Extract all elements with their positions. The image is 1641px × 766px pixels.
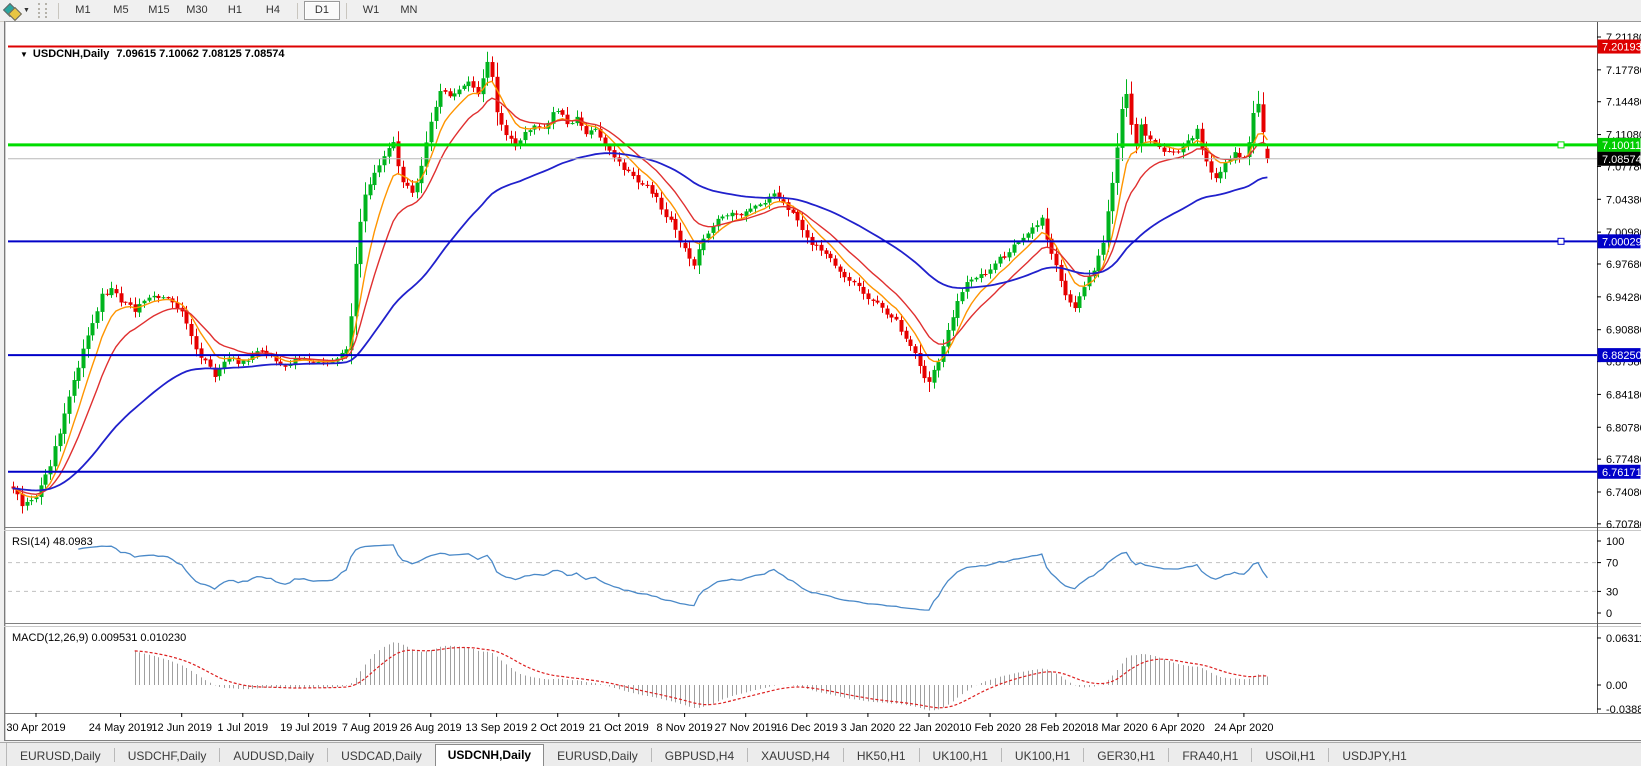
candlestick-series[interactable]: [8, 22, 1597, 527]
date-tick-label: 18 Mar 2020: [1086, 722, 1148, 734]
date-tick-label: 30 Apr 2019: [6, 722, 65, 734]
date-axis[interactable]: 30 Apr 2019 24 May 201912 Jun 2019 1 Jul 2…: [6, 713, 1273, 734]
price-tick-label: 6.90880: [1606, 325, 1641, 337]
date-tick-label: 22 Jan 2020: [899, 722, 960, 734]
price-tick-label: 6.84180: [1606, 389, 1641, 401]
collapse-arrow-icon[interactable]: ▼: [20, 50, 28, 59]
support-line-badge-text: 7.10011: [1602, 140, 1641, 152]
chart-canvas[interactable]: 7.211807.177807.144807.110807.077807.043…: [0, 0, 1641, 741]
price-tick-label: 6.70780: [1606, 519, 1641, 531]
chart-tab-ger30-h1[interactable]: GER30,H1: [1084, 746, 1168, 766]
chart-tab-usdcnh-daily[interactable]: USDCNH,Daily: [435, 744, 544, 766]
price-tick-label: 7.14480: [1606, 97, 1641, 109]
rsi-tick-label: 30: [1606, 586, 1618, 598]
date-tick-label: 12 Jun 2019: [151, 722, 212, 734]
rsi-line: [8, 545, 1597, 610]
date-tick-label: 26 Aug 2019: [400, 722, 462, 734]
support-676-badge-text: 6.76171: [1602, 467, 1641, 479]
resistance-line-badge-text: 7.20193: [1602, 42, 1641, 54]
tabbar-left-edge: [0, 743, 7, 766]
symbol-period-label: USDCNH,Daily: [33, 48, 109, 60]
psych-level-7-handle[interactable]: [1558, 238, 1564, 244]
chart-tab-gbpusd-h4[interactable]: GBPUSD,H4: [652, 746, 747, 766]
rsi-tick-label: 0: [1606, 608, 1612, 620]
price-tick-label: 7.17780: [1606, 65, 1641, 77]
macd-signal-line: [135, 648, 1268, 708]
chart-tab-hk50-h1[interactable]: HK50,H1: [844, 746, 919, 766]
date-tick-label: 3 Jan 2020: [841, 722, 895, 734]
chart-tab-eurusd-daily[interactable]: EURUSD,Daily: [544, 746, 651, 766]
price-axis[interactable]: 7.211807.177807.144807.110807.077807.043…: [1597, 32, 1641, 716]
macd-series: [135, 642, 1268, 710]
date-tick-label: 16 Dec 2019: [776, 722, 838, 734]
date-tick-label: 24 Apr 2020: [1214, 722, 1273, 734]
rsi-curve: [78, 545, 1267, 610]
chart-tab-usdcad-daily[interactable]: USDCAD,Daily: [328, 746, 435, 766]
terminal-window: ▼ M1M5M15M30H1H4D1W1MN ▼USDCNH,Daily7.09…: [0, 0, 1641, 766]
price-tick-label: 7.04380: [1606, 194, 1641, 206]
date-tick-label: 10 Feb 2020: [959, 722, 1021, 734]
chart-tab-xauusd-h4[interactable]: XAUUSD,H4: [748, 746, 843, 766]
chart-plot-area[interactable]: [8, 22, 1597, 527]
ohlc-values: 7.09615 7.10062 7.08125 7.08574: [116, 48, 284, 60]
chart-tab-fra40-h1[interactable]: FRA40,H1: [1169, 746, 1251, 766]
date-tick-label: 7 Aug 2019: [342, 722, 398, 734]
chart-tab-usdchf-daily[interactable]: USDCHF,Daily: [115, 746, 220, 766]
date-tick-label: 27 Nov 2019: [715, 722, 777, 734]
chart-legend: ▼ USDCNH,Daily 7.09615 7.10062 7.08125 7.0…: [20, 48, 285, 60]
price-tick-label: 6.94280: [1606, 292, 1641, 304]
chart-tab-usdjpy-h1[interactable]: USDJPY,H1: [1329, 746, 1419, 766]
price-tick-label: 6.77480: [1606, 454, 1641, 466]
price-tick-label: 6.80780: [1606, 422, 1641, 434]
support-688-badge-text: 6.88250: [1602, 350, 1641, 362]
date-tick-label: 21 Oct 2019: [589, 722, 649, 734]
chart-tab-uk100-h1[interactable]: UK100,H1: [920, 746, 1001, 766]
rsi-tick-label: 100: [1606, 536, 1624, 548]
date-tick-label: 6 Apr 2020: [1151, 722, 1204, 734]
psych-level-7-badge-text: 7.00029: [1602, 236, 1641, 248]
date-tick-label: 8 Nov 2019: [656, 722, 712, 734]
current-price-line-badge-text: 7.08574: [1602, 154, 1641, 166]
macd-tick-label: 0.063113: [1606, 633, 1641, 645]
date-tick-label: 2 Oct 2019: [531, 722, 585, 734]
rsi-pane-label: RSI(14) 48.0983: [12, 536, 93, 548]
chart-tab-audusd-daily[interactable]: AUDUSD,Daily: [220, 746, 327, 766]
date-tick-label: 28 Feb 2020: [1025, 722, 1087, 734]
rsi-tick-label: 70: [1606, 558, 1618, 570]
macd-pane-label: MACD(12,26,9) 0.009531 0.010230: [12, 632, 186, 644]
date-tick-label: 1 Jul 2019: [217, 722, 268, 734]
date-tick-label: 19 Jul 2019: [280, 722, 337, 734]
date-tick-label: 13 Sep 2019: [465, 722, 527, 734]
chart-tab-usoil-h1[interactable]: USOil,H1: [1252, 746, 1328, 766]
chart-tab-eurusd-daily[interactable]: EURUSD,Daily: [7, 746, 114, 766]
macd-tick-label: 0.00: [1606, 680, 1627, 692]
chart-tab-uk100-h1[interactable]: UK100,H1: [1002, 746, 1083, 766]
chart-tab-bar: EURUSD,DailyUSDCHF,DailyAUDUSD,DailyUSDC…: [0, 742, 1641, 766]
date-tick-label: 24 May 2019: [89, 722, 153, 734]
support-line-handle[interactable]: [1558, 142, 1564, 148]
macd-tick-label: -0.038872: [1606, 704, 1641, 716]
price-tick-label: 6.74080: [1606, 487, 1641, 499]
price-tick-label: 6.97680: [1606, 259, 1641, 271]
